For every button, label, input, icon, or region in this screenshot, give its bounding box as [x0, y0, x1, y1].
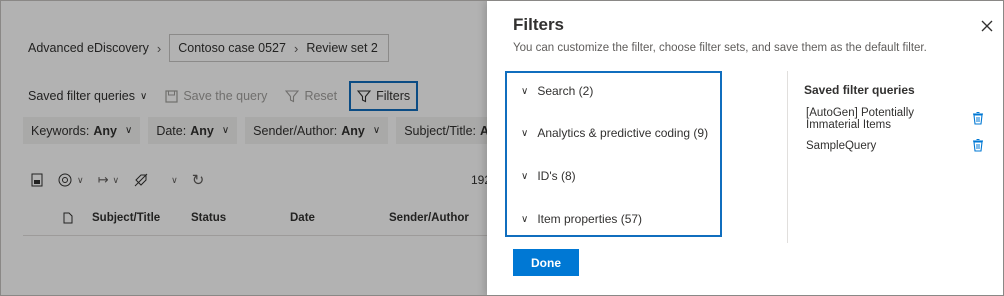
modal-overlay[interactable]	[1, 1, 487, 295]
saved-query-item[interactable]: SampleQuery	[806, 140, 986, 152]
filter-group-analytics[interactable]: ∨ Analytics & predictive coding (9)	[521, 126, 708, 140]
saved-query-item[interactable]: [AutoGen] Potentially Immaterial Items	[806, 107, 986, 131]
filters-panel: Filters You can customize the filter, ch…	[487, 1, 1003, 295]
chevron-down-icon: ∨	[521, 213, 529, 225]
filter-group-search[interactable]: ∨ Search (2)	[521, 84, 593, 98]
panel-subtitle: You can customize the filter, choose fil…	[513, 42, 927, 54]
filter-group-label: Item properties (57)	[537, 212, 643, 226]
delete-icon[interactable]	[971, 138, 985, 152]
saved-query-name: [AutoGen] Potentially	[806, 107, 915, 119]
saved-query-name: SampleQuery	[806, 140, 877, 152]
saved-queries-heading: Saved filter queries	[804, 83, 915, 97]
done-button[interactable]: Done	[513, 249, 579, 276]
filter-group-label: Search (2)	[537, 84, 594, 98]
saved-query-name-cont: Immaterial Items	[806, 119, 891, 131]
divider	[787, 71, 788, 243]
filter-group-label: ID's (8)	[537, 169, 576, 183]
app-frame: Advanced eDiscovery › Contoso case 0527 …	[0, 0, 1004, 296]
filter-groups: ∨ Search (2) ∨ Analytics & predictive co…	[505, 71, 722, 237]
filter-group-item-properties[interactable]: ∨ Item properties (57)	[521, 212, 642, 226]
delete-icon[interactable]	[971, 111, 985, 125]
filter-group-label: Analytics & predictive coding (9)	[537, 126, 709, 140]
panel-title: Filters	[513, 15, 565, 34]
chevron-down-icon: ∨	[521, 85, 529, 97]
chevron-down-icon: ∨	[521, 170, 529, 182]
chevron-down-icon: ∨	[521, 127, 529, 139]
close-icon[interactable]	[979, 18, 995, 34]
filter-group-ids[interactable]: ∨ ID's (8)	[521, 169, 576, 183]
